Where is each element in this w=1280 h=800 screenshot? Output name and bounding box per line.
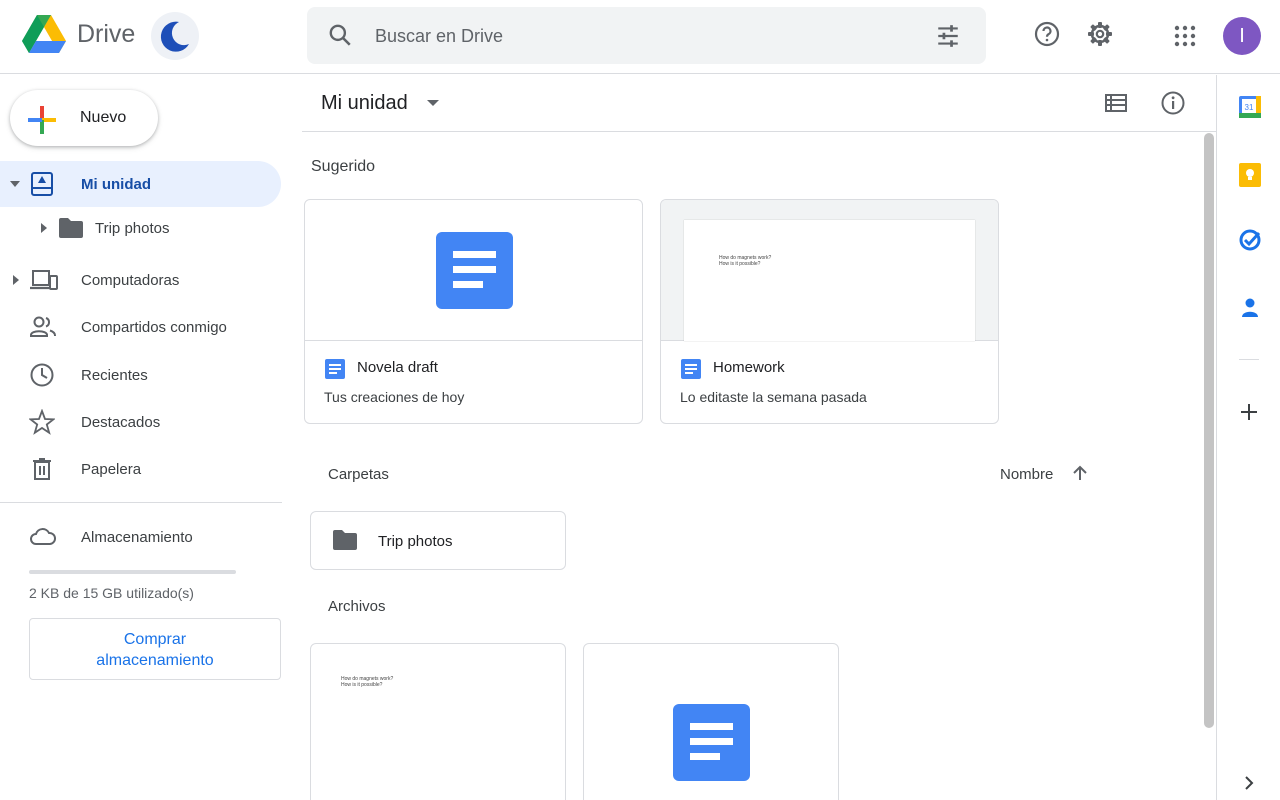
search-input[interactable]: Buscar en Drive bbox=[375, 26, 503, 47]
sidebar-item-trash[interactable]: Papelera bbox=[0, 446, 281, 492]
storage-usage-text: 2 KB de 15 GB utilizado(s) bbox=[29, 585, 194, 601]
suggested-section-label: Sugerido bbox=[311, 158, 375, 176]
file-preview bbox=[305, 200, 642, 341]
list-view-icon[interactable] bbox=[1104, 91, 1128, 115]
sidebar-item-computers[interactable]: Computadoras bbox=[0, 257, 281, 303]
folders-section-label: Carpetas bbox=[328, 466, 389, 483]
app-name: Drive bbox=[77, 20, 135, 49]
sidebar-divider bbox=[0, 502, 282, 503]
document-preview-text: How do magnets work? How is it possible? bbox=[719, 255, 771, 267]
dropdown-arrow-icon[interactable] bbox=[426, 98, 440, 108]
apps-grid-icon[interactable] bbox=[1173, 24, 1197, 48]
add-addon-icon[interactable] bbox=[1239, 402, 1259, 422]
cloud-icon bbox=[29, 524, 57, 550]
content-scrollbar[interactable] bbox=[1204, 133, 1214, 728]
computer-icon bbox=[29, 267, 59, 293]
folder-icon bbox=[58, 217, 84, 239]
caret-down-icon[interactable] bbox=[9, 178, 21, 190]
document-thumbnail: How do magnets work? How is it possible? bbox=[684, 220, 975, 341]
drive-logo-icon[interactable] bbox=[22, 15, 66, 55]
sidebar-item-label: Computadoras bbox=[81, 272, 179, 289]
folder-icon bbox=[332, 529, 358, 551]
search-bar[interactable]: Buscar en Drive bbox=[307, 7, 986, 64]
help-icon[interactable] bbox=[1033, 20, 1061, 48]
caret-right-icon[interactable] bbox=[11, 274, 21, 286]
my-drive-icon bbox=[29, 171, 55, 197]
expand-panel-chevron-icon[interactable] bbox=[1243, 775, 1255, 791]
dark-mode-toggle[interactable] bbox=[151, 12, 199, 60]
sidebar-item-label: Destacados bbox=[81, 414, 160, 431]
search-icon[interactable] bbox=[327, 22, 353, 48]
plus-color-icon bbox=[26, 104, 58, 136]
sidebar-item-trip-photos[interactable]: Trip photos bbox=[0, 208, 281, 248]
file-preview: How do magnets work? How is it possible? bbox=[661, 200, 998, 341]
google-docs-large-icon bbox=[436, 232, 513, 309]
info-icon[interactable] bbox=[1160, 90, 1186, 116]
sidebar-item-label: Trip photos bbox=[95, 220, 169, 237]
google-docs-icon bbox=[681, 359, 701, 379]
caret-right-icon[interactable] bbox=[39, 222, 49, 234]
sidebar-item-starred[interactable]: Destacados bbox=[0, 399, 281, 445]
rail-divider bbox=[1239, 359, 1259, 360]
keep-icon[interactable] bbox=[1239, 163, 1261, 187]
trash-icon bbox=[29, 456, 55, 482]
sidebar-item-label: Mi unidad bbox=[81, 176, 151, 193]
tasks-icon[interactable] bbox=[1239, 229, 1261, 251]
search-options-icon[interactable] bbox=[935, 23, 961, 49]
sidebar-item-label: Compartidos conmigo bbox=[81, 319, 227, 336]
people-icon bbox=[29, 314, 57, 340]
files-section-label: Archivos bbox=[328, 598, 386, 615]
settings-gear-icon[interactable] bbox=[1086, 20, 1114, 48]
new-button-label: Nuevo bbox=[80, 109, 126, 127]
buy-storage-label-line2: almacenamiento bbox=[30, 650, 280, 671]
content-title-bar: Mi unidad bbox=[302, 75, 1216, 132]
sidebar-item-recent[interactable]: Recientes bbox=[0, 352, 281, 398]
storage-usage-bar bbox=[29, 570, 236, 574]
file-name: Novela draft bbox=[357, 359, 438, 376]
sidebar-item-storage[interactable]: Almacenamiento bbox=[0, 514, 281, 560]
svg-text:31: 31 bbox=[1245, 103, 1254, 112]
suggested-card-homework[interactable]: How do magnets work? How is it possible?… bbox=[660, 199, 999, 424]
buy-storage-button[interactable]: Comprar almacenamiento bbox=[29, 618, 281, 680]
buy-storage-label-line1: Comprar bbox=[30, 629, 280, 650]
folder-card-trip-photos[interactable]: Trip photos bbox=[310, 511, 566, 570]
sidebar-item-label: Almacenamiento bbox=[81, 529, 193, 546]
arrow-up-icon[interactable] bbox=[1071, 464, 1089, 482]
google-docs-icon bbox=[325, 359, 345, 379]
google-docs-large-icon bbox=[673, 704, 750, 781]
file-card-novela-draft[interactable] bbox=[583, 643, 839, 800]
sidebar-item-label: Papelera bbox=[81, 461, 141, 478]
side-panel-rail: 31 bbox=[1216, 75, 1280, 800]
top-bar: Drive Buscar en Drive bbox=[0, 0, 1280, 74]
file-name: Homework bbox=[713, 359, 785, 376]
contacts-icon[interactable] bbox=[1239, 297, 1261, 319]
clock-icon bbox=[29, 362, 55, 388]
page-title[interactable]: Mi unidad bbox=[321, 92, 408, 115]
sidebar-item-my-drive[interactable]: Mi unidad bbox=[0, 161, 281, 207]
file-subtitle: Lo editaste la semana pasada bbox=[680, 389, 867, 405]
calendar-icon[interactable]: 31 bbox=[1239, 96, 1261, 118]
new-button[interactable]: Nuevo bbox=[10, 90, 158, 146]
sort-by-name-button[interactable]: Nombre bbox=[1000, 466, 1053, 483]
file-subtitle: Tus creaciones de hoy bbox=[324, 389, 464, 405]
folder-name: Trip photos bbox=[378, 533, 452, 550]
star-icon bbox=[29, 409, 55, 435]
moon-icon bbox=[151, 12, 199, 60]
suggested-card-novela-draft[interactable]: Novela draft Tus creaciones de hoy bbox=[304, 199, 643, 424]
account-avatar[interactable]: I bbox=[1223, 17, 1261, 55]
sidebar-item-shared-with-me[interactable]: Compartidos conmigo bbox=[0, 304, 281, 350]
document-preview-text: How do magnets work? How is it possible? bbox=[341, 676, 393, 688]
sidebar-item-label: Recientes bbox=[81, 367, 148, 384]
file-card-homework[interactable]: How do magnets work? How is it possible? bbox=[310, 643, 566, 800]
